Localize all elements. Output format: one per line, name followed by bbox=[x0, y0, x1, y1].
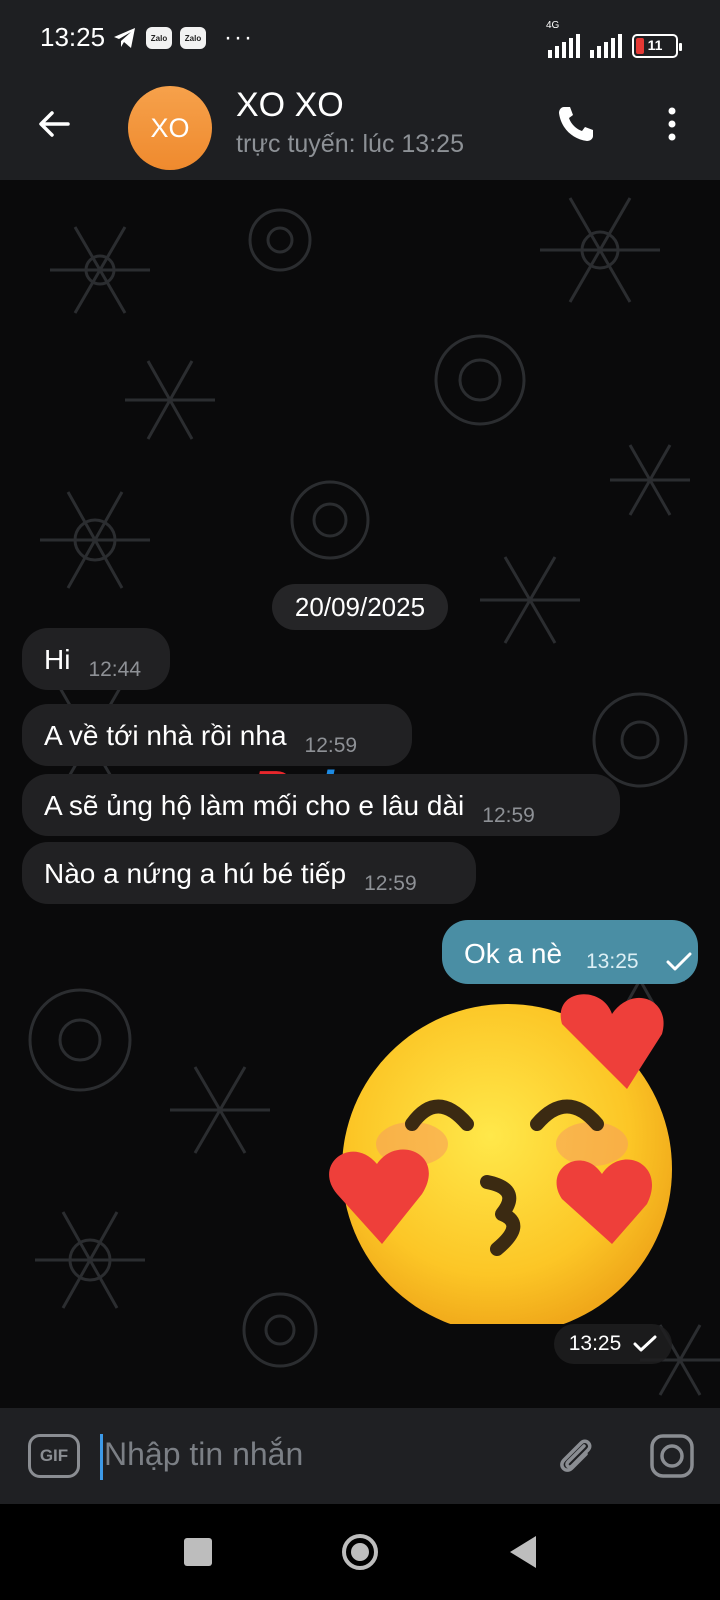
home-icon[interactable] bbox=[340, 1532, 380, 1572]
message-outgoing[interactable]: Ok a nè 13:25 bbox=[442, 920, 698, 984]
system-indicators: 4G 11 bbox=[546, 20, 682, 58]
telegram-icon bbox=[114, 28, 135, 48]
status-bar: 13:25 Zalo Zalo ··· 4G 11 bbox=[0, 0, 720, 78]
message-text: A sẽ ủng hộ làm mối cho e lâu dài bbox=[44, 790, 465, 821]
sticker-meta: 13:25 bbox=[554, 1324, 672, 1364]
chat-header: XO XO XO trực tuyến: lúc 13:25 bbox=[0, 78, 720, 180]
gif-button[interactable]: GIF bbox=[28, 1434, 80, 1478]
message-incoming[interactable]: Nào a nứng a hú bé tiếp 12:59 bbox=[22, 842, 476, 904]
text-cursor bbox=[100, 1434, 103, 1480]
message-incoming[interactable]: A sẽ ủng hộ làm mối cho e lâu dài 12:59 bbox=[22, 774, 620, 836]
message-text: Hi bbox=[44, 644, 71, 675]
phone-icon[interactable] bbox=[554, 102, 598, 146]
message-time: 12:59 bbox=[364, 872, 417, 895]
more-vert-icon[interactable] bbox=[662, 102, 682, 146]
nav-back-icon[interactable] bbox=[508, 1534, 538, 1570]
message-text: Nào a nứng a hú bé tiếp bbox=[44, 858, 347, 889]
system-nav-bar bbox=[0, 1504, 720, 1600]
message-input-bar: GIF Nhập tin nhắn bbox=[0, 1408, 720, 1504]
back-arrow-icon[interactable] bbox=[34, 104, 74, 144]
message-input[interactable]: Nhập tin nhắn bbox=[104, 1436, 303, 1473]
notification-icons: Zalo Zalo ··· bbox=[112, 26, 254, 50]
chat-area: 20/09/2025 Hi 12:44 A về tới nhà rồi nha… bbox=[0, 180, 720, 1408]
message-time: 13:25 bbox=[586, 950, 639, 973]
message-time: 12:59 bbox=[482, 804, 535, 827]
camera-icon[interactable] bbox=[648, 1432, 696, 1480]
message-time: 13:25 bbox=[568, 1332, 622, 1355]
recent-apps-icon[interactable] bbox=[184, 1538, 212, 1566]
message-text: A về tới nhà rồi nha bbox=[44, 720, 287, 751]
date-separator: 20/09/2025 bbox=[272, 584, 448, 630]
zalo-icon: Zalo bbox=[180, 27, 206, 49]
battery-level: 11 bbox=[647, 37, 663, 53]
paperclip-icon[interactable] bbox=[552, 1432, 598, 1478]
message-incoming[interactable]: A về tới nhà rồi nha 12:59 bbox=[22, 704, 412, 766]
sent-check-icon bbox=[666, 952, 692, 971]
zalo-icon: Zalo bbox=[146, 27, 172, 49]
chat-title[interactable]: XO XO bbox=[236, 86, 344, 125]
signal-icon bbox=[590, 34, 622, 58]
battery-icon: 11 bbox=[632, 34, 682, 58]
message-incoming[interactable]: Hi 12:44 bbox=[22, 628, 170, 690]
chat-status: trực tuyến: lúc 13:25 bbox=[236, 130, 464, 158]
kissing-face-hearts-sticker[interactable] bbox=[322, 994, 692, 1324]
more-notifications-icon: ··· bbox=[224, 24, 254, 51]
signal-4g-icon: 4G bbox=[546, 20, 580, 58]
status-time: 13:25 bbox=[40, 22, 106, 52]
avatar[interactable]: XO bbox=[128, 86, 212, 170]
message-time: 12:44 bbox=[88, 658, 142, 681]
message-text: Ok a nè bbox=[464, 938, 563, 969]
sent-check-icon bbox=[633, 1335, 657, 1352]
